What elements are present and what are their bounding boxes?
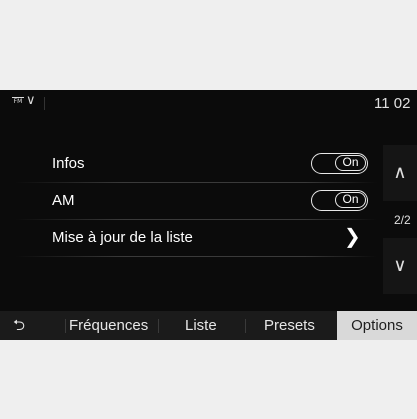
divider [44,97,45,110]
tab-divider [245,319,246,333]
tab-frequences[interactable]: Fréquences [69,311,148,340]
toggle-state: On [335,155,366,171]
tab-divider [158,319,159,333]
chevron-down-icon[interactable]: ∨ [26,93,36,108]
row-divider [15,256,377,257]
tab-presets[interactable]: Presets [264,311,315,340]
option-row-update-list[interactable]: Mise à jour de la liste ❯ [0,220,380,257]
infos-toggle[interactable]: On [311,153,368,174]
page-indicator: 2/2 [394,213,411,227]
radio-options-screen: FM ∨ 11 02 Infos On AM On Mise à jour de… [0,90,417,340]
tab-divider [65,319,66,333]
option-row-infos[interactable]: Infos On [0,146,380,183]
am-toggle[interactable]: On [311,190,368,211]
tab-bar: ⮌ Fréquences Liste Presets Options [0,311,417,340]
tab-options[interactable]: Options [337,311,417,340]
option-row-am[interactable]: AM On [0,183,380,220]
fm-radio-icon[interactable]: FM [12,97,24,108]
scroll-up-button[interactable]: ∧ [383,145,417,201]
option-label: AM [52,192,75,209]
chevron-up-icon: ∧ [393,162,407,183]
tab-liste[interactable]: Liste [185,311,217,340]
back-arrow-icon[interactable]: ⮌ [13,311,25,340]
option-label: Mise à jour de la liste [52,229,193,246]
option-label: Infos [52,155,85,172]
toggle-state: On [335,192,366,208]
chevron-down-icon: ∨ [393,255,407,276]
status-bar: FM ∨ 11 02 [0,90,417,120]
chevron-right-icon[interactable]: ❯ [344,224,361,248]
clock: 11 02 [374,95,411,112]
scroll-down-button[interactable]: ∨ [383,238,417,294]
